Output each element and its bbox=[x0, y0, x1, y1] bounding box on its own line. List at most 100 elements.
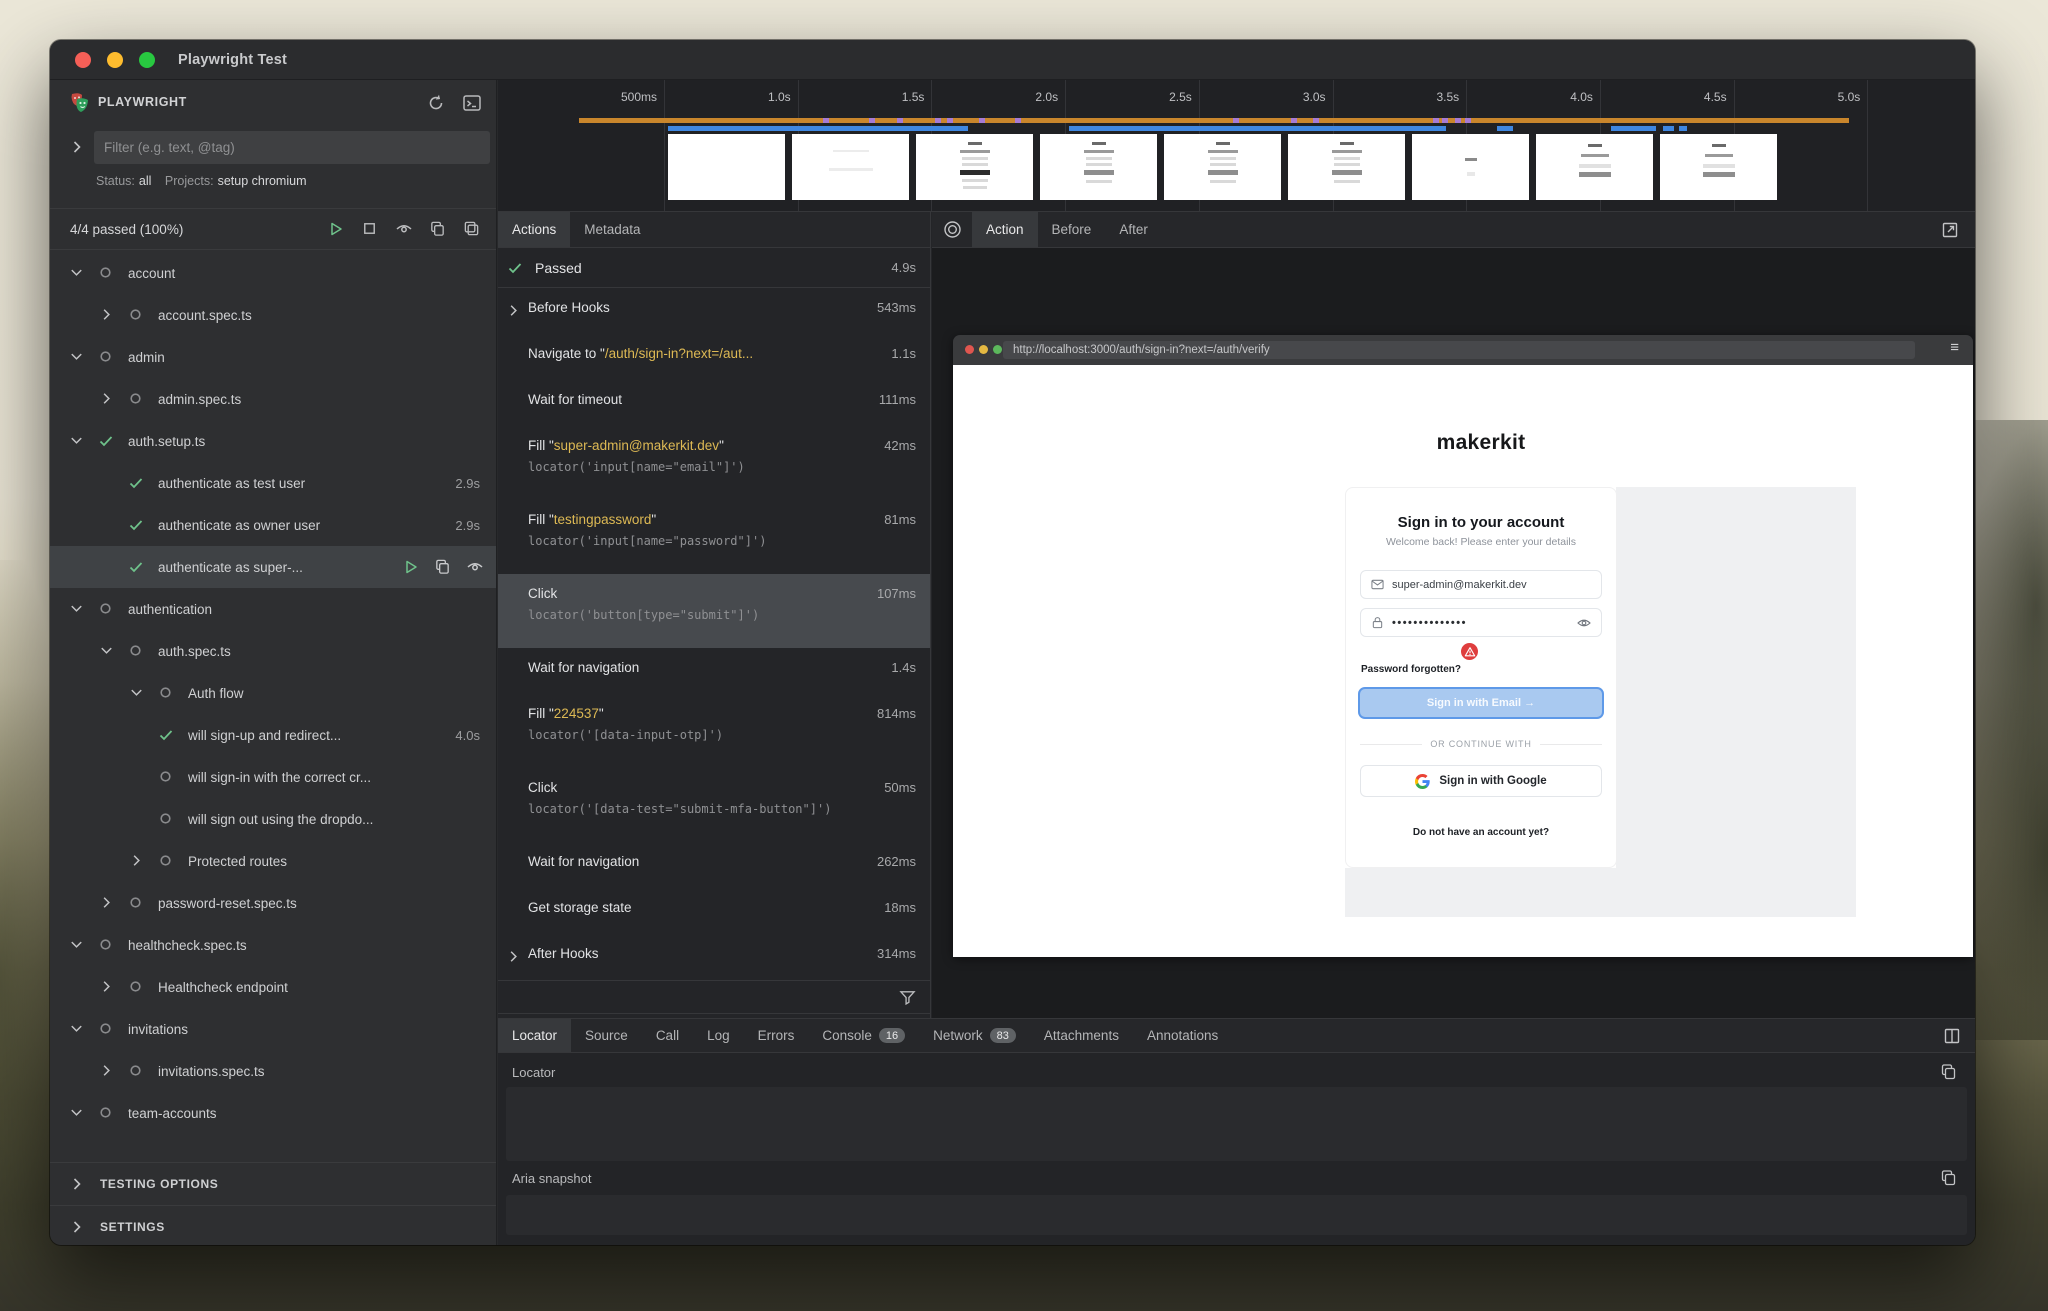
minimize-window-button[interactable] bbox=[107, 52, 123, 68]
aria-snapshot-editor[interactable] bbox=[506, 1195, 1967, 1235]
tab-call[interactable]: Call bbox=[642, 1019, 693, 1052]
chevron-right-icon[interactable] bbox=[128, 852, 146, 870]
tree-item-admin-spec-ts[interactable]: admin.spec.ts bbox=[50, 378, 496, 420]
tree-item-protected-routes[interactable]: Protected routes bbox=[50, 840, 496, 882]
tab-after[interactable]: After bbox=[1105, 212, 1162, 247]
row-eye-icon[interactable] bbox=[466, 558, 484, 576]
open-external-icon[interactable] bbox=[1941, 221, 1959, 239]
action-row-after-hooks[interactable]: After Hooks314ms bbox=[498, 934, 930, 980]
stop-button[interactable] bbox=[361, 220, 380, 239]
tree-item-authentication[interactable]: authentication bbox=[50, 588, 496, 630]
copy-icon[interactable] bbox=[1940, 1169, 1957, 1186]
tab-console[interactable]: Console16 bbox=[808, 1019, 919, 1052]
collapse-all-icon[interactable] bbox=[429, 220, 448, 239]
screenshot-browser-frame[interactable]: http://localhost:3000/auth/sign-in?next=… bbox=[953, 335, 1973, 957]
copy-icon[interactable] bbox=[1940, 1063, 1957, 1080]
run-all-button[interactable] bbox=[327, 220, 346, 239]
terminal-icon[interactable] bbox=[462, 93, 482, 113]
chevron-down-icon[interactable] bbox=[98, 642, 116, 660]
filter-funnel-icon[interactable] bbox=[899, 989, 916, 1006]
sidebar-section-testing-options[interactable]: TESTING OPTIONS bbox=[50, 1162, 496, 1204]
tab-errors[interactable]: Errors bbox=[744, 1019, 809, 1052]
tree-item-invitations[interactable]: invitations bbox=[50, 1008, 496, 1050]
filmstrip-thumbnail[interactable] bbox=[792, 134, 909, 200]
action-row-wait-for-timeout[interactable]: Wait for timeout111ms bbox=[498, 380, 930, 426]
tab-actions[interactable]: Actions bbox=[498, 212, 570, 247]
tab-locator[interactable]: Locator bbox=[498, 1019, 571, 1052]
chevron-right-icon[interactable] bbox=[68, 138, 86, 156]
tree-item-admin[interactable]: admin bbox=[50, 336, 496, 378]
watch-all-icon[interactable] bbox=[395, 220, 414, 239]
tree-item-team-accounts[interactable]: team-accounts bbox=[50, 1092, 496, 1134]
sidebar-section-settings[interactable]: SETTINGS bbox=[50, 1205, 496, 1245]
tree-item-auth-setup-ts[interactable]: auth.setup.ts bbox=[50, 420, 496, 462]
chevron-down-icon[interactable] bbox=[68, 432, 86, 450]
action-row-wait-for-navigation[interactable]: Wait for navigation1.4s bbox=[498, 648, 930, 694]
tree-item-will-sign-in-with-the-correct-cr[interactable]: will sign-in with the correct cr... bbox=[50, 756, 496, 798]
chevron-right-icon[interactable] bbox=[98, 1062, 116, 1080]
tab-metadata[interactable]: Metadata bbox=[570, 212, 654, 247]
tree-item-auth-spec-ts[interactable]: auth.spec.ts bbox=[50, 630, 496, 672]
tree-item-account-spec-ts[interactable]: account.spec.ts bbox=[50, 294, 496, 336]
tree-item-authenticate-as-owner-user[interactable]: authenticate as owner user2.9s bbox=[50, 504, 496, 546]
chevron-right-icon[interactable] bbox=[505, 948, 521, 964]
tree-item-authenticate-as-test-user[interactable]: authenticate as test user2.9s bbox=[50, 462, 496, 504]
filmstrip-thumbnail[interactable] bbox=[668, 134, 785, 200]
chevron-down-icon[interactable] bbox=[128, 684, 146, 702]
close-window-button[interactable] bbox=[75, 52, 91, 68]
chevron-down-icon[interactable] bbox=[68, 264, 86, 282]
action-row-click[interactable]: Click50mslocator('[data-test="submit-mfa… bbox=[498, 768, 930, 842]
reload-tests-icon[interactable] bbox=[426, 93, 446, 113]
filter-status-line[interactable]: Status:all Projects:setup chromium bbox=[96, 174, 317, 188]
trace-timeline[interactable]: 500ms1.0s1.5s2.0s2.5s3.0s3.5s4.0s4.5s5.0… bbox=[498, 80, 1975, 212]
tree-item-invitations-spec-ts[interactable]: invitations.spec.ts bbox=[50, 1050, 496, 1092]
tree-item-healthcheck-endpoint[interactable]: Healthcheck endpoint bbox=[50, 966, 496, 1008]
action-row-wait-for-navigation[interactable]: Wait for navigation262ms bbox=[498, 842, 930, 888]
action-row-click[interactable]: Click107mslocator('button[type="submit"]… bbox=[498, 574, 930, 648]
row-copy-icon[interactable] bbox=[434, 558, 452, 576]
tab-network[interactable]: Network83 bbox=[919, 1019, 1030, 1052]
chevron-right-icon[interactable] bbox=[505, 302, 521, 318]
action-row-navigate-to-auth-sign-in-next-aut[interactable]: Navigate to "/auth/sign-in?next=/aut...1… bbox=[498, 334, 930, 380]
filmstrip-thumbnail[interactable] bbox=[1660, 134, 1777, 200]
tree-item-will-sign-out-using-the-dropdo[interactable]: will sign out using the dropdo... bbox=[50, 798, 496, 840]
filmstrip-thumbnail[interactable] bbox=[916, 134, 1033, 200]
action-row-get-storage-state[interactable]: Get storage state18ms bbox=[498, 888, 930, 934]
action-row-fill-224537[interactable]: Fill "224537"814mslocator('[data-input-o… bbox=[498, 694, 930, 768]
tree-item-healthcheck-spec-ts[interactable]: healthcheck.spec.ts bbox=[50, 924, 496, 966]
tab-action[interactable]: Action bbox=[972, 212, 1038, 247]
tab-log[interactable]: Log bbox=[693, 1019, 744, 1052]
chevron-right-icon[interactable] bbox=[98, 306, 116, 324]
action-row-fill-testingpassword[interactable]: Fill "testingpassword"81mslocator('input… bbox=[498, 500, 930, 574]
tree-item-will-sign-up-and-redirect[interactable]: will sign-up and redirect...4.0s bbox=[50, 714, 496, 756]
filmstrip-thumbnail[interactable] bbox=[1164, 134, 1281, 200]
action-row-fill-super-admin-makerkit-dev[interactable]: Fill "super-admin@makerkit.dev"42mslocat… bbox=[498, 426, 930, 500]
tab-before[interactable]: Before bbox=[1038, 212, 1106, 247]
chevron-right-icon[interactable] bbox=[98, 390, 116, 408]
tab-source[interactable]: Source bbox=[571, 1019, 642, 1052]
chevron-down-icon[interactable] bbox=[68, 1020, 86, 1038]
chevron-down-icon[interactable] bbox=[68, 348, 86, 366]
expand-all-icon[interactable] bbox=[463, 220, 482, 239]
tree-item-account[interactable]: account bbox=[50, 252, 496, 294]
filter-input[interactable] bbox=[94, 131, 490, 164]
tab-annotations[interactable]: Annotations bbox=[1133, 1019, 1232, 1052]
tab-attachments[interactable]: Attachments bbox=[1030, 1019, 1133, 1052]
chevron-right-icon[interactable] bbox=[98, 894, 116, 912]
chevron-down-icon[interactable] bbox=[68, 1104, 86, 1122]
chevron-right-icon[interactable] bbox=[98, 978, 116, 996]
chevron-down-icon[interactable] bbox=[68, 600, 86, 618]
pick-locator-target-icon[interactable] bbox=[943, 220, 962, 239]
tree-item-auth-flow[interactable]: Auth flow bbox=[50, 672, 496, 714]
tree-item-authenticate-as-super[interactable]: authenticate as super-... bbox=[50, 546, 496, 588]
filmstrip-thumbnail[interactable] bbox=[1288, 134, 1405, 200]
locator-editor[interactable] bbox=[506, 1087, 1967, 1161]
filmstrip-thumbnail[interactable] bbox=[1040, 134, 1157, 200]
maximize-window-button[interactable] bbox=[139, 52, 155, 68]
row-play-icon[interactable] bbox=[402, 558, 420, 576]
chevron-down-icon[interactable] bbox=[68, 936, 86, 954]
filmstrip-thumbnail[interactable] bbox=[1536, 134, 1653, 200]
filmstrip-thumbnail[interactable] bbox=[1412, 134, 1529, 200]
split-view-icon[interactable] bbox=[1943, 1027, 1961, 1045]
action-row-before-hooks[interactable]: Before Hooks543ms bbox=[498, 288, 930, 334]
